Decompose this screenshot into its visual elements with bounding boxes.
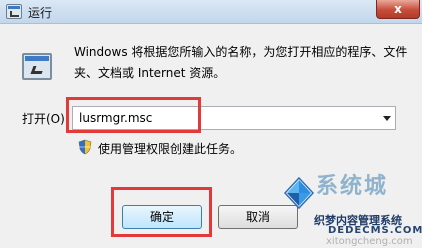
run-icon xyxy=(22,53,52,80)
watermark-title: 系统城 xyxy=(316,174,389,199)
window-title: 运行 xyxy=(28,6,53,20)
dialog-description: Windows 将根据您所输入的名称，为您打开相应的程序、文件夹、文档或 Int… xyxy=(74,45,408,80)
chevron-down-icon[interactable] xyxy=(383,116,391,121)
watermark-url: xitongcheng.com xyxy=(326,236,413,247)
highlight-box-ok xyxy=(111,187,212,237)
run-app-icon xyxy=(6,4,22,19)
admin-note: 使用管理权限创建此任务。 xyxy=(98,142,243,156)
watermark: 系统城 织梦内容管理系统 DEDECMS.COM xitongcheng.com xyxy=(282,168,422,248)
windows-logo-icon xyxy=(283,176,315,210)
title-bar: 运行 x xyxy=(0,0,422,24)
highlight-box-input xyxy=(66,97,201,133)
open-label: 打开(O): xyxy=(22,112,69,126)
shield-icon xyxy=(78,139,92,155)
watermark-brand: DEDECMS.COM xyxy=(328,225,422,236)
close-button[interactable]: x xyxy=(376,0,420,19)
